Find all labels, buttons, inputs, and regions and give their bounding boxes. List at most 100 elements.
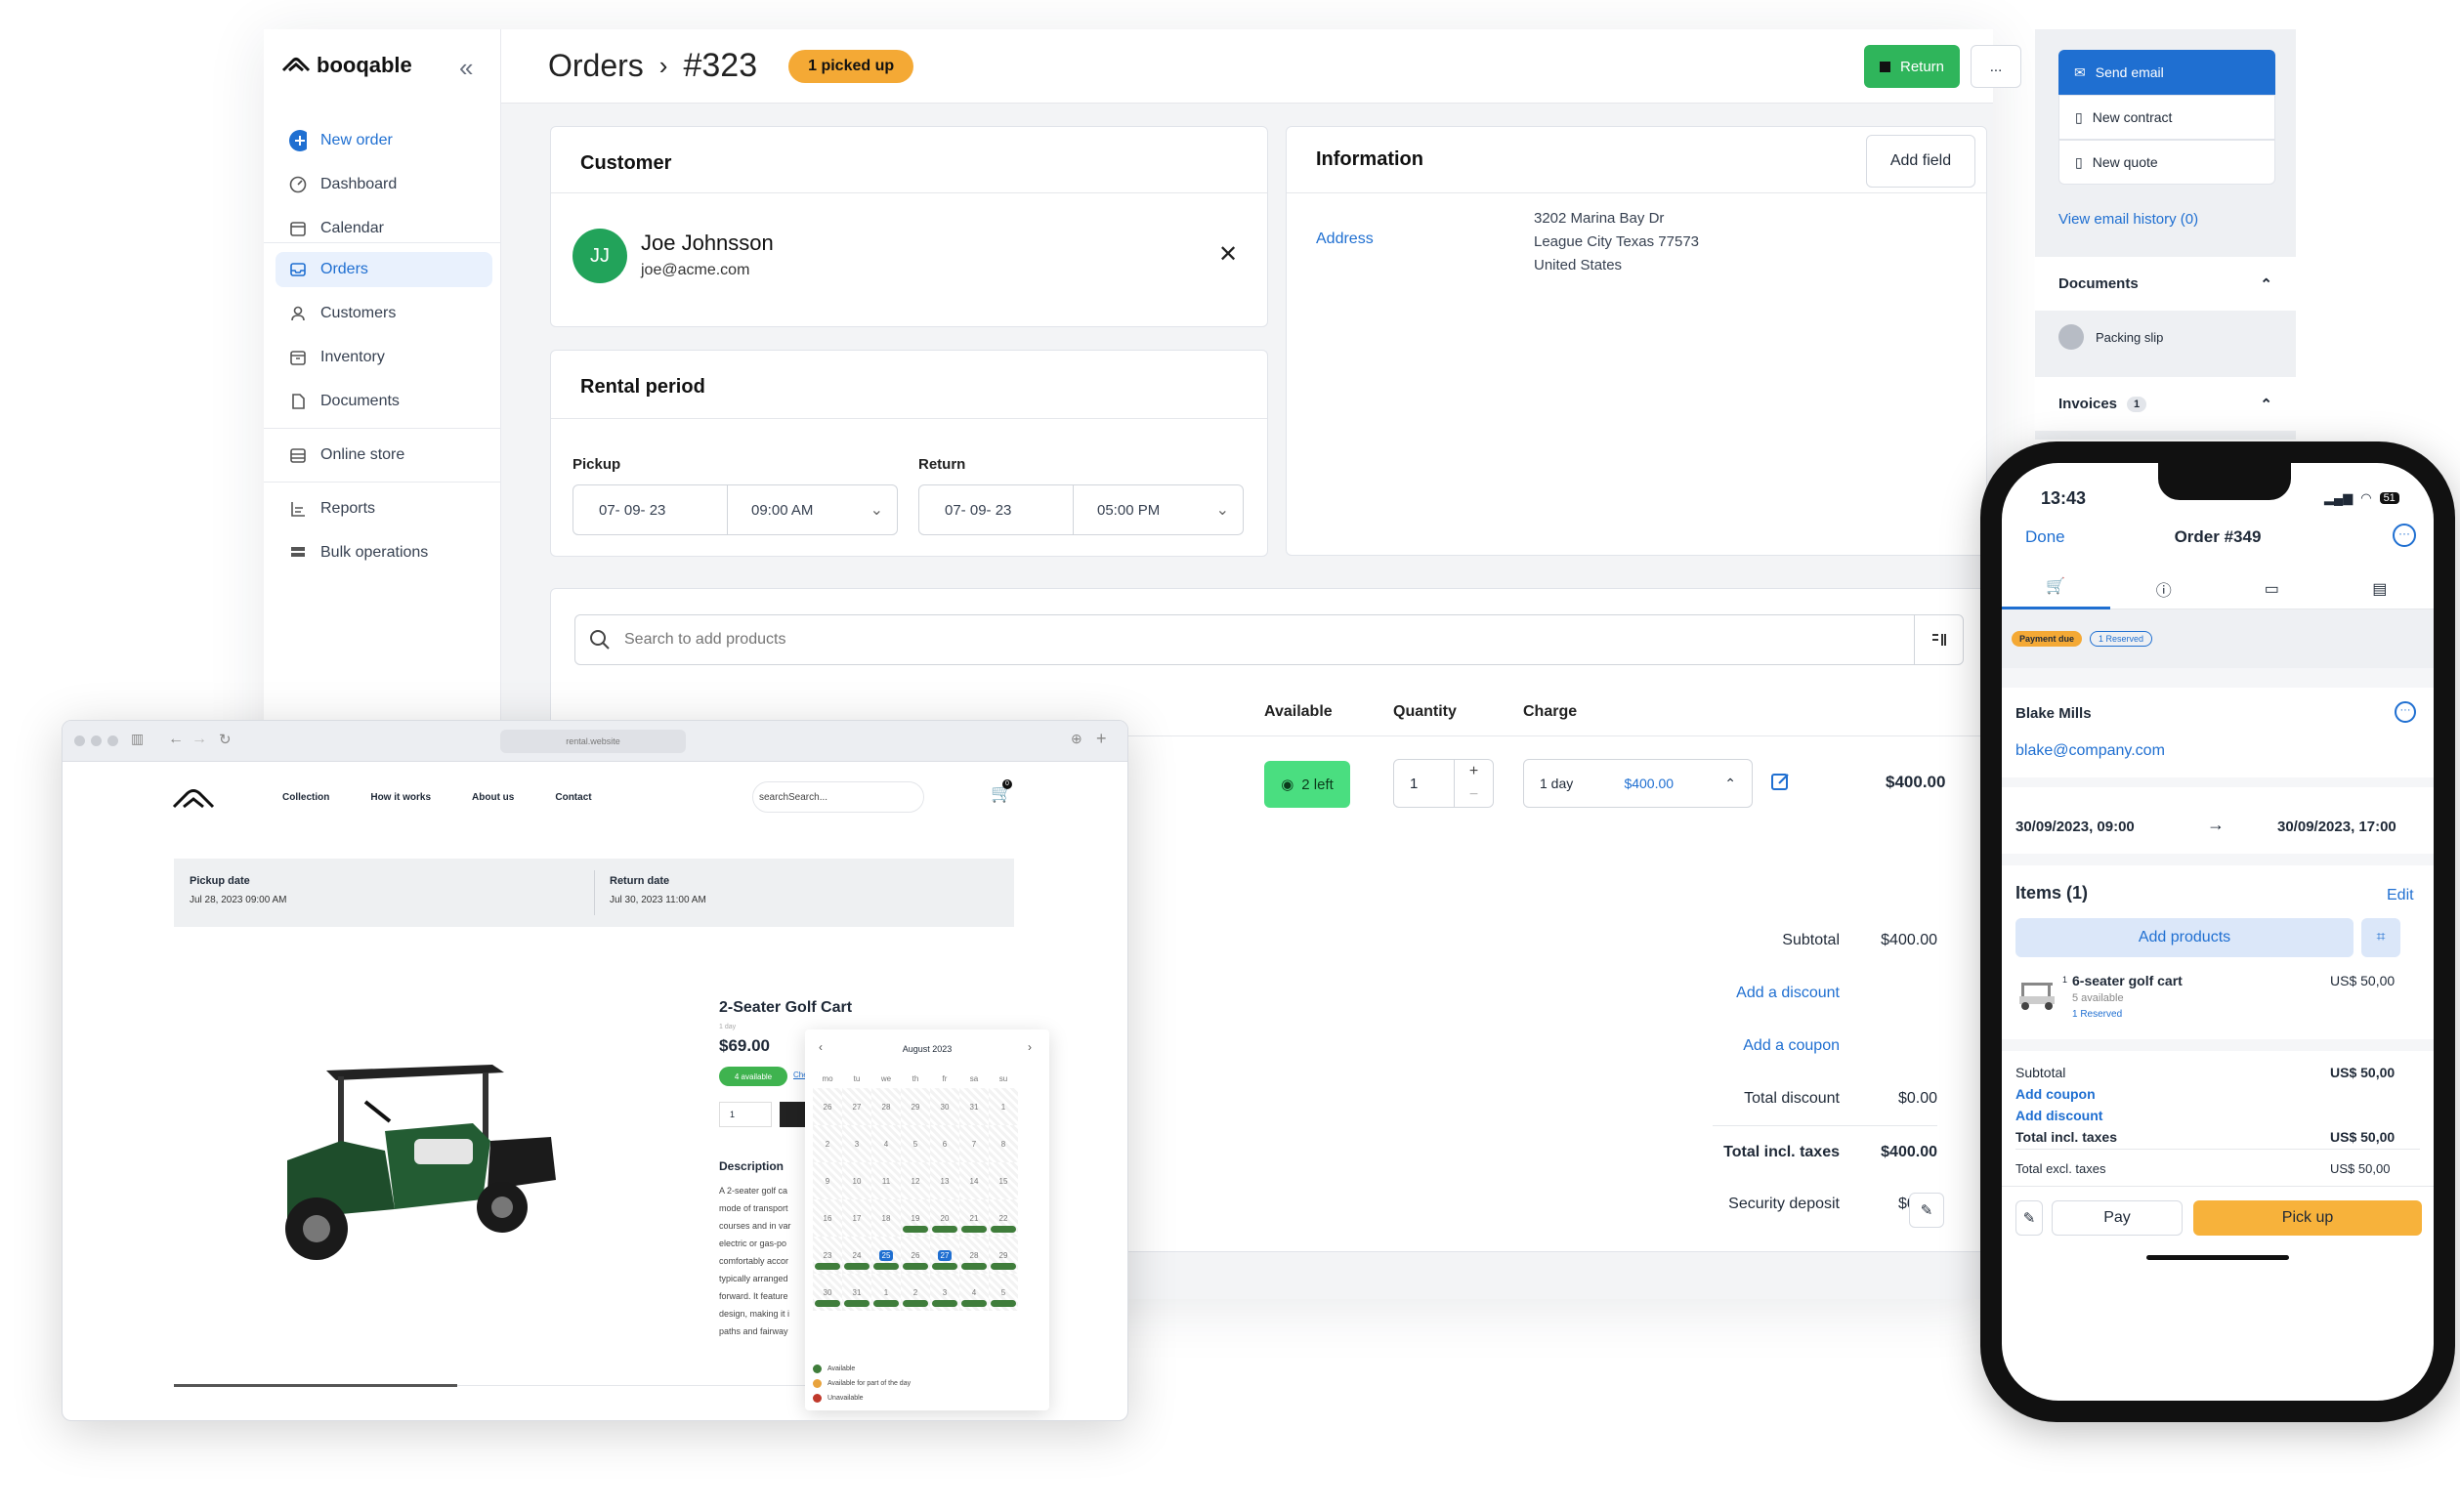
calendar-day[interactable]: 31 <box>842 1274 871 1311</box>
plus-icon[interactable]: + <box>1469 763 1478 780</box>
quantity-stepper[interactable]: 1 + − <box>1393 759 1494 808</box>
nav-bulk-operations[interactable]: Bulk operations <box>276 535 492 570</box>
calendar-day[interactable]: 20 <box>930 1199 959 1237</box>
store-nav-about[interactable]: About us <box>472 792 514 803</box>
phone-add-coupon[interactable]: Add coupon <box>2015 1086 2096 1102</box>
nav-documents[interactable]: Documents <box>276 384 492 419</box>
edit-items-link[interactable]: Edit <box>2387 887 2414 904</box>
add-discount-link[interactable]: Add a discount <box>1547 967 1937 1020</box>
tab-info-icon[interactable]: ⓘ <box>2110 577 2219 601</box>
calendar-day[interactable]: 25 <box>871 1237 901 1274</box>
nav-orders[interactable]: Orders <box>276 252 492 287</box>
calendar-day[interactable]: 30 <box>930 1088 959 1125</box>
pay-button[interactable]: Pay <box>2052 1200 2183 1236</box>
add-products-button[interactable]: Add products <box>2015 918 2354 957</box>
nav-calendar[interactable]: Calendar <box>276 211 492 246</box>
download-icon[interactable]: ⊕ <box>1071 731 1082 747</box>
store-return-value[interactable]: Jul 30, 2023 11:00 AM <box>610 895 706 905</box>
store-search-input[interactable]: searchSearch... <box>752 781 924 813</box>
charge-select[interactable]: 1 day $400.00 ⌃ <box>1523 759 1753 808</box>
calendar-day[interactable]: 26 <box>901 1237 930 1274</box>
calendar-day[interactable]: 2 <box>901 1274 930 1311</box>
calendar-day[interactable]: 7 <box>959 1125 989 1162</box>
calendar-day[interactable]: 9 <box>813 1162 842 1199</box>
store-logo-icon[interactable] <box>172 787 215 811</box>
customer-more-icon[interactable]: ··· <box>2395 701 2416 723</box>
calendar-day[interactable]: 3 <box>930 1274 959 1311</box>
calendar-day[interactable]: 4 <box>959 1274 989 1311</box>
calendar-day[interactable]: 13 <box>930 1162 959 1199</box>
calendar-day[interactable]: 5 <box>989 1274 1018 1311</box>
maximize-dot[interactable] <box>107 735 118 746</box>
documents-section-header[interactable]: Documents ⌃ <box>2035 257 2296 311</box>
nav-customers[interactable]: Customers <box>276 296 492 331</box>
pickup-button[interactable]: Pick up <box>2193 1200 2422 1236</box>
nav-online-store[interactable]: Online store <box>276 438 492 473</box>
calendar-day[interactable]: 27 <box>842 1088 871 1125</box>
phone-start-date[interactable]: 30/09/2023, 09:00 <box>2015 819 2135 835</box>
edit-icon[interactable] <box>1770 771 1792 792</box>
minimize-dot[interactable] <box>91 735 102 746</box>
calendar-day[interactable]: 3 <box>842 1125 871 1162</box>
phone-customer-email[interactable]: blake@company.com <box>2015 742 2165 760</box>
new-quote-button[interactable]: ▯ New quote <box>2058 140 2275 185</box>
nav-dashboard[interactable]: Dashboard <box>276 167 492 202</box>
phone-end-date[interactable]: 30/09/2023, 17:00 <box>2277 819 2396 835</box>
return-date-input[interactable]: 07- 09- 23 <box>919 485 1074 534</box>
calendar-day[interactable]: 11 <box>871 1162 901 1199</box>
new-tab-icon[interactable]: + <box>1096 729 1107 749</box>
return-time-select[interactable]: 05:00 PM ⌄ <box>1074 485 1243 534</box>
more-actions-button[interactable]: ... <box>1971 45 2021 88</box>
tab-cart-icon[interactable]: 🛒 <box>2002 568 2110 609</box>
calendar-day[interactable]: 14 <box>959 1162 989 1199</box>
customer-email[interactable]: joe@acme.com <box>641 262 749 279</box>
email-history-link[interactable]: View email history (0) <box>2058 211 2198 228</box>
calendar-day[interactable]: 10 <box>842 1162 871 1199</box>
calendar-day[interactable]: 27 <box>930 1237 959 1274</box>
add-coupon-link[interactable]: Add a coupon <box>1547 1020 1937 1072</box>
breadcrumb-orders[interactable]: Orders <box>548 48 644 84</box>
booqable-logo[interactable]: booqable <box>281 53 412 78</box>
store-pickup-value[interactable]: Jul 28, 2023 09:00 AM <box>190 895 287 905</box>
close-icon[interactable]: ✕ <box>1218 240 1238 269</box>
calendar-day[interactable]: 30 <box>813 1274 842 1311</box>
calendar-day[interactable]: 6 <box>930 1125 959 1162</box>
store-nav-contact[interactable]: Contact <box>555 792 591 803</box>
calendar-day[interactable]: 16 <box>813 1199 842 1237</box>
product-search-input[interactable] <box>624 631 1914 649</box>
calendar-day[interactable]: 26 <box>813 1088 842 1125</box>
calendar-day[interactable]: 19 <box>901 1199 930 1237</box>
edit-deposit-button[interactable]: ✎ <box>1909 1193 1944 1228</box>
sidebar-toggle-icon[interactable]: ▥ <box>131 731 144 747</box>
calendar-day[interactable]: 22 <box>989 1199 1018 1237</box>
forward-icon[interactable]: → <box>191 731 207 748</box>
calendar-day[interactable]: 1 <box>871 1274 901 1311</box>
more-icon[interactable]: ··· <box>2393 524 2416 547</box>
calendar-day[interactable]: 23 <box>813 1237 842 1274</box>
customer-name[interactable]: Joe Johnsson <box>641 231 774 256</box>
add-field-button[interactable]: Add field <box>1866 135 1975 188</box>
calendar-day[interactable]: 4 <box>871 1125 901 1162</box>
calendar-day[interactable]: 12 <box>901 1162 930 1199</box>
reload-icon[interactable]: ↻ <box>219 731 232 748</box>
calendar-day[interactable]: 28 <box>959 1237 989 1274</box>
calendar-day[interactable]: 15 <box>989 1162 1018 1199</box>
tab-payment-icon[interactable]: ▭ <box>2218 579 2326 599</box>
invoices-section-header[interactable]: Invoices 1 ⌃ <box>2035 377 2296 431</box>
calendar-day[interactable]: 29 <box>989 1237 1018 1274</box>
return-button[interactable]: Return <box>1864 45 1960 88</box>
pickup-date-input[interactable]: 07- 09- 23 <box>573 485 728 534</box>
tab-documents-icon[interactable]: ▤ <box>2326 579 2435 599</box>
calendar-day[interactable]: 21 <box>959 1199 989 1237</box>
store-nav-collection[interactable]: Collection <box>282 792 329 803</box>
stepper-controls[interactable]: + − <box>1454 760 1493 807</box>
back-icon[interactable]: ← <box>168 731 184 748</box>
store-quantity-input[interactable]: 1 <box>719 1102 772 1127</box>
close-dot[interactable] <box>74 735 85 746</box>
scan-icon[interactable]: ⌗ <box>2361 918 2400 957</box>
cart-icon[interactable]: 🛒 0 <box>991 779 1012 804</box>
new-contract-button[interactable]: ▯ New contract <box>2058 95 2275 140</box>
collapse-sidebar-icon[interactable]: « <box>459 53 473 83</box>
calendar-day[interactable]: 29 <box>901 1088 930 1125</box>
send-email-button[interactable]: ✉ Send email <box>2058 50 2275 95</box>
